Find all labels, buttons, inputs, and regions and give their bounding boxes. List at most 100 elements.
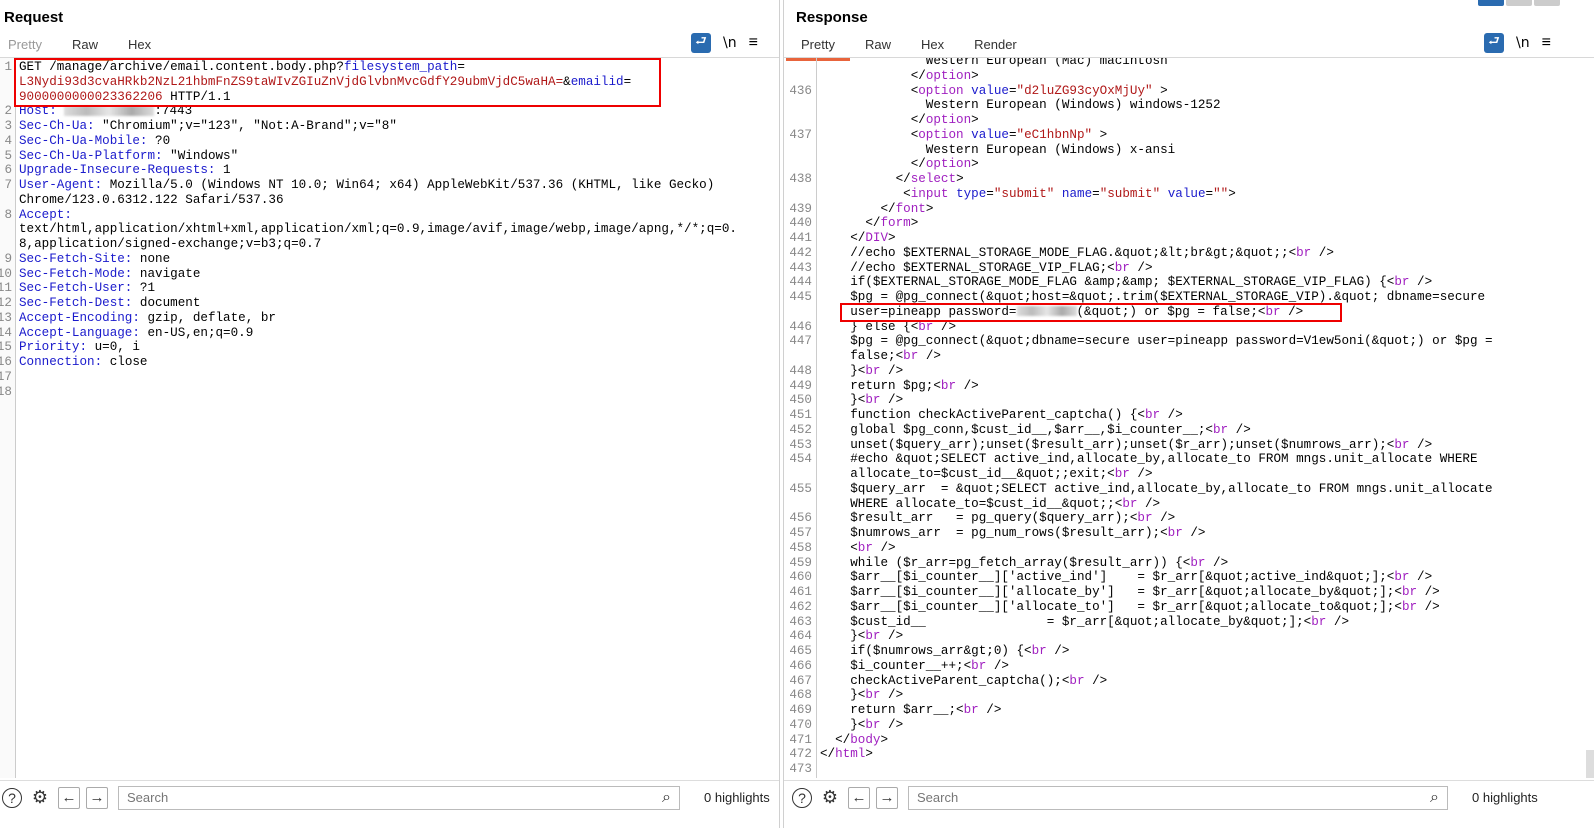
forward-button[interactable]: →	[876, 786, 898, 809]
code-text: }<	[820, 717, 866, 732]
line-content: Connection: close	[19, 355, 148, 370]
code-text: HTTP/1.1	[162, 89, 231, 104]
header-name: Accept:	[19, 207, 72, 222]
tag-name: br	[1265, 304, 1281, 319]
code-text: &	[563, 74, 571, 89]
tag-name: option	[925, 157, 972, 172]
line-number: 2	[4, 104, 12, 119]
code-text: >	[971, 157, 979, 172]
code-line: Western European (Windows) windows-1252	[784, 98, 1594, 113]
tag-name: html	[835, 747, 866, 762]
line-content: Sec-Fetch-User: ?1	[19, 281, 155, 296]
code-text: />	[1129, 260, 1153, 275]
line-number: 10	[0, 266, 12, 281]
code-text: allocate_to=$cust_id__&quot;;exit;<	[820, 467, 1115, 481]
code-line: 470 }<br />	[784, 718, 1594, 733]
code-text: "Chromium";v="123", "Not:A-Brand";v="8"	[94, 119, 397, 133]
request-editor[interactable]: 1 GET /manage/archive/email.content.body.…	[0, 58, 779, 778]
line-number: 464	[789, 629, 812, 644]
help-icon[interactable]: ?	[792, 787, 812, 808]
code-text: >	[971, 68, 979, 83]
layout-horizontal-button[interactable]	[1506, 0, 1532, 6]
code-line: 436 <option value="d2luZG93cyOxMjUy" >	[784, 84, 1594, 99]
code-line: 8,application/signed-exchange;v=b3;q=0.7	[0, 237, 779, 252]
code-text: />	[880, 717, 904, 732]
code-text: </	[820, 201, 896, 216]
header-name: Sec-Fetch-Mode:	[19, 266, 133, 281]
response-panel: Response Pretty Raw Hex Render ⮐ \n ≡ We…	[783, 0, 1594, 828]
tag-name: br	[1031, 644, 1047, 658]
back-button[interactable]: ←	[848, 786, 870, 809]
line-number: 436	[789, 83, 812, 98]
line-number: 1	[4, 60, 12, 74]
line-number: 452	[789, 422, 812, 437]
line-content: unset($query_arr);unset($result_arr);uns…	[820, 438, 1432, 453]
search-input[interactable]: Search ⌕	[908, 785, 1448, 810]
forward-button[interactable]: →	[86, 786, 108, 809]
line-content: $result_arr = pg_query($query_arr);<br /…	[820, 511, 1175, 526]
response-editor[interactable]: Western European (Mac) macintosh </optio…	[784, 58, 1594, 778]
code-line: 451 function checkActiveParent_captcha()…	[784, 408, 1594, 423]
line-content: false;<br />	[820, 349, 941, 364]
word-wrap-button[interactable]: ⮐	[691, 33, 711, 53]
line-content: return $arr__;<br />	[820, 703, 1001, 718]
code-line: false;<br />	[784, 349, 1594, 364]
code-text: $arr__[$i_counter__]['allocate_to'] = $r…	[820, 599, 1402, 614]
code-line: 9000000000023362206 HTTP/1.1	[0, 90, 779, 105]
code-line: 12 Sec-Fetch-Dest: document	[0, 296, 779, 311]
code-line: 441 </DIV>	[784, 231, 1594, 246]
line-number: 441	[789, 231, 812, 245]
header-name: Sec-Ch-Ua-Platform:	[19, 148, 163, 163]
code-text: />	[1152, 511, 1176, 526]
gear-icon[interactable]: ⚙	[28, 786, 52, 810]
options-menu-icon[interactable]: ≡	[1542, 34, 1551, 52]
line-number: 9	[4, 251, 12, 266]
line-number: 442	[789, 245, 812, 260]
tag-name: br	[1122, 496, 1138, 511]
show-newlines-button[interactable]: \n	[723, 35, 737, 51]
code-text: #echo &quot;SELECT active_ind,allocate_b…	[820, 452, 1478, 467]
line-number: 470	[789, 717, 812, 732]
code-line: 17	[0, 370, 779, 385]
layout-vertical-button[interactable]	[1534, 0, 1560, 6]
line-number: 471	[789, 732, 812, 747]
line-number: 462	[789, 599, 812, 614]
gear-icon[interactable]: ⚙	[818, 786, 842, 810]
code-line: 446 } else {<br />	[784, 320, 1594, 335]
code-line: 468 }<br />	[784, 688, 1594, 703]
word-wrap-button[interactable]: ⮐	[1484, 33, 1504, 53]
line-number: 15	[0, 340, 12, 355]
line-content: $pg = @pg_connect(&quot;host=&quot;.trim…	[820, 290, 1485, 305]
layout-toggle[interactable]	[1478, 0, 1560, 6]
layout-split-button[interactable]	[1478, 0, 1504, 6]
help-icon[interactable]: ?	[2, 787, 22, 808]
code-text: />	[880, 688, 904, 703]
tag-name: br	[865, 629, 881, 644]
code-text: $query_arr = &quot;SELECT active_ind,all…	[820, 481, 1493, 496]
code-text: $pg = @pg_connect(&quot;host=&quot;.trim…	[820, 290, 1486, 304]
search-input[interactable]: Search ⌕	[118, 785, 680, 810]
tag-name: body	[850, 732, 881, 747]
header-name: Upgrade-Insecure-Requests:	[19, 163, 216, 178]
code-line: 437 <option value="eC1hbnNp" >	[784, 128, 1594, 143]
line-content: user=pineapp password= (&quot;) or $pg = …	[820, 305, 1303, 320]
line-content: //echo $EXTERNAL_STORAGE_MODE_FLAG.&quot…	[820, 246, 1334, 261]
scrollbar[interactable]	[1586, 750, 1594, 778]
line-content: </select>	[820, 172, 964, 187]
code-line: 442 //echo $EXTERNAL_STORAGE_MODE_FLAG.&…	[784, 246, 1594, 261]
header-name: Priority:	[19, 340, 88, 355]
back-button[interactable]: ←	[58, 786, 80, 809]
code-text: $arr__[$i_counter__]['active_ind'] = $r_…	[820, 570, 1395, 585]
code-line: 4 Sec-Ch-Ua-Mobile: ?0	[0, 134, 779, 149]
tag-name: br	[857, 540, 873, 555]
show-newlines-button[interactable]: \n	[1516, 35, 1530, 51]
code-text: />	[880, 393, 904, 408]
response-search-bar: ? ⚙ ← → Search ⌕ 0 highlights	[784, 780, 1594, 814]
response-title: Response	[796, 9, 868, 26]
code-text: navigate	[132, 266, 201, 281]
line-content: L3Nydi93d3cvaHRkb2NzL21hbmFnZS9taWIvZGIu…	[19, 75, 631, 90]
string-value: "submit"	[993, 186, 1055, 201]
options-menu-icon[interactable]: ≡	[749, 34, 758, 52]
line-number: 17	[0, 369, 12, 384]
